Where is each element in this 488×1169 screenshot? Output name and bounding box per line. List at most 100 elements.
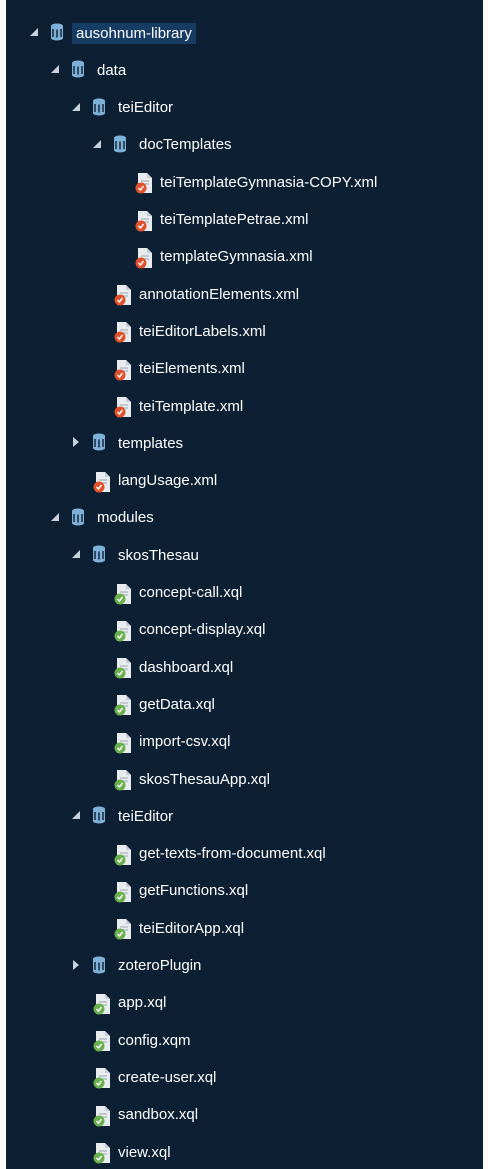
- tree-item[interactable]: create-user.xql: [70, 1062, 216, 1092]
- xml-file-icon: [113, 396, 131, 418]
- tree-item[interactable]: teiTemplateGymnasia-COPY.xml: [112, 167, 377, 197]
- tree-item[interactable]: teiEditor: [70, 801, 173, 831]
- database-folder-icon: [113, 135, 131, 155]
- tree-item-label: getData.xql: [139, 695, 215, 713]
- database-folder-icon: [92, 545, 110, 565]
- tree-item[interactable]: view.xql: [70, 1137, 171, 1167]
- xquery-file-icon: [113, 620, 131, 642]
- tree-item-label: sandbox.xql: [118, 1106, 199, 1124]
- tree-item[interactable]: teiTemplatePetrae.xml: [112, 205, 308, 235]
- xquery-file-icon: [92, 1142, 110, 1164]
- tree-item-label: view.xql: [118, 1143, 171, 1161]
- tree-item[interactable]: import-csv.xql: [91, 727, 230, 757]
- tree-item-label: teiEditor: [118, 99, 174, 117]
- tree-item-label: teiTemplatePetrae.xml: [160, 211, 309, 228]
- tree-item-label: templateGymnasia.xml: [160, 248, 313, 266]
- tree-item[interactable]: teiEditorLabels.xml: [91, 316, 266, 346]
- xquery-file-icon: [92, 993, 110, 1015]
- tree-item[interactable]: getData.xql: [91, 689, 215, 719]
- expanded-arrow-icon[interactable]: [49, 511, 63, 525]
- tree-item-label: get-texts-from-document.xql: [139, 845, 326, 863]
- xquery-file-icon: [113, 694, 131, 716]
- tree-item-label: data: [97, 61, 127, 79]
- tree-item[interactable]: skosThesau: [70, 540, 199, 570]
- tree-item-label: ausohnum-library: [72, 22, 196, 44]
- expanded-arrow-icon[interactable]: [28, 26, 42, 40]
- tree-item[interactable]: teiElements.xml: [91, 354, 245, 384]
- xml-file-icon: [113, 284, 131, 306]
- tree-item-label: concept-call.xql: [139, 584, 243, 601]
- tree-item[interactable]: data: [49, 55, 126, 85]
- tree-item-label: docTemplates: [139, 136, 232, 154]
- expanded-arrow-icon[interactable]: [70, 548, 84, 562]
- tree-item[interactable]: config.xqm: [70, 1025, 191, 1055]
- xquery-file-icon: [113, 583, 131, 604]
- tree-item[interactable]: teiEditorApp.xql: [91, 913, 244, 943]
- xquery-file-icon: [92, 1030, 110, 1052]
- xml-file-icon: [134, 172, 152, 194]
- tree-item-label: annotationElements.xml: [139, 285, 300, 303]
- tree-item-label: dashboard.xql: [139, 658, 234, 676]
- tree-item-label: skosThesau: [118, 546, 199, 564]
- tree-item[interactable]: templates: [70, 428, 183, 458]
- tree-item[interactable]: sandbox.xql: [70, 1100, 198, 1130]
- tree-item[interactable]: dashboard.xql: [91, 652, 233, 682]
- xml-file-icon: [92, 471, 110, 493]
- xml-file-icon: [113, 321, 131, 343]
- expanded-arrow-icon[interactable]: [70, 101, 84, 115]
- tree-item[interactable]: get-texts-from-document.xql: [91, 839, 326, 869]
- tree-item-label: skosThesauApp.xql: [139, 770, 270, 788]
- tree-item-label: templates: [118, 434, 184, 452]
- expanded-arrow-icon[interactable]: [91, 138, 105, 152]
- tree-item[interactable]: concept-display.xql: [91, 615, 265, 645]
- xquery-file-icon: [113, 918, 131, 940]
- collapsed-arrow-icon[interactable]: [70, 436, 84, 450]
- tree-item-label: import-csv.xql: [139, 733, 231, 751]
- tree-item[interactable]: concept-call.xql: [91, 578, 242, 608]
- tree-item[interactable]: skosThesauApp.xql: [91, 764, 270, 794]
- tree-item[interactable]: docTemplates: [91, 130, 232, 160]
- xquery-file-icon: [92, 1105, 110, 1127]
- xquery-file-icon: [113, 657, 131, 679]
- database-folder-icon: [50, 23, 68, 43]
- database-folder-icon: [92, 98, 110, 118]
- tree-item-label: teiTemplate.xml: [139, 397, 244, 415]
- xml-file-icon: [134, 247, 152, 269]
- tree-item[interactable]: modules: [49, 503, 154, 533]
- expanded-arrow-icon[interactable]: [49, 63, 63, 77]
- tree-item-label: teiTemplateGymnasia-COPY.xml: [160, 173, 378, 191]
- tree-item[interactable]: teiTemplate.xml: [91, 391, 243, 421]
- tree-item-label: app.xql: [118, 994, 167, 1012]
- tree-item-label: teiEditorLabels.xml: [139, 322, 266, 340]
- tree-item-label: getFunctions.xql: [139, 882, 249, 900]
- xquery-file-icon: [113, 881, 131, 903]
- collapsed-arrow-icon[interactable]: [70, 959, 84, 973]
- xquery-file-icon: [92, 1067, 110, 1089]
- tree-item[interactable]: langUsage.xml: [70, 466, 217, 496]
- tree-item[interactable]: teiEditor: [70, 93, 173, 123]
- tree-item[interactable]: zoteroPlugin: [70, 951, 201, 981]
- tree-item[interactable]: app.xql: [70, 988, 166, 1018]
- database-folder-icon: [92, 956, 110, 976]
- tree-item[interactable]: getFunctions.xql: [91, 876, 248, 906]
- tree-item[interactable]: ausohnum-library: [28, 18, 196, 48]
- database-folder-icon: [92, 433, 110, 453]
- tree-item-label: langUsage.xml: [118, 472, 218, 490]
- database-folder-icon: [71, 508, 89, 528]
- tree-item[interactable]: annotationElements.xml: [91, 279, 299, 309]
- tree-item[interactable]: templateGymnasia.xml: [112, 242, 313, 272]
- tree-item-label: create-user.xql: [118, 1068, 217, 1086]
- xml-file-icon: [134, 210, 152, 231]
- tree-item-label: zoteroPlugin: [118, 957, 202, 974]
- tree-item-label: modules: [97, 509, 154, 527]
- file-tree-panel: ausohnum-library data teiEditor docTemplate…: [6, 0, 483, 1169]
- xquery-file-icon: [113, 732, 131, 754]
- expanded-arrow-icon[interactable]: [70, 809, 84, 823]
- database-folder-icon: [92, 806, 110, 826]
- xquery-file-icon: [113, 844, 131, 866]
- xml-file-icon: [113, 359, 131, 381]
- xquery-file-icon: [113, 769, 131, 791]
- tree-item-label: config.xqm: [118, 1031, 191, 1049]
- database-folder-icon: [71, 60, 89, 80]
- tree-item-label: teiElements.xml: [139, 360, 245, 378]
